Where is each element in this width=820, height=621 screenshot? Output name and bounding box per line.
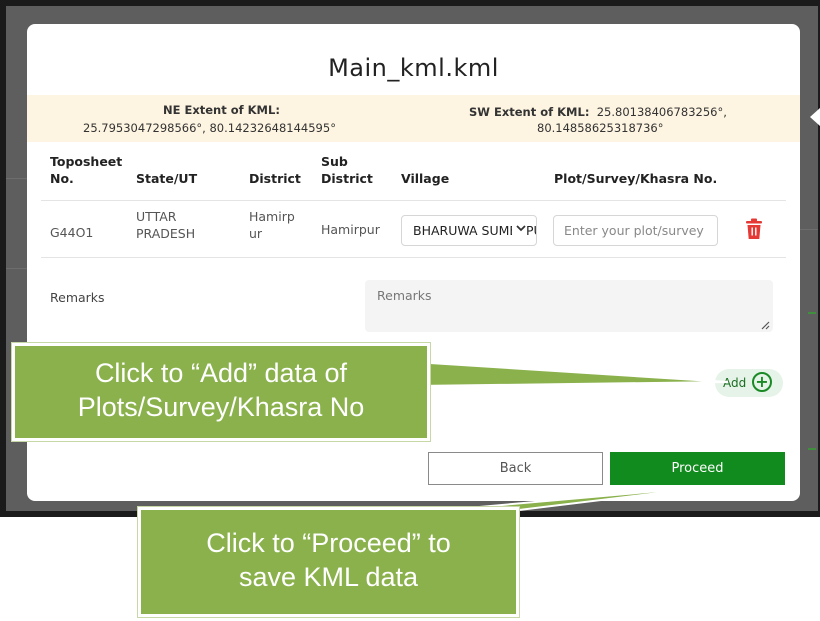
cell-district: Hamirp ur — [249, 208, 295, 242]
header-toposheet-line2: No. — [50, 171, 74, 186]
page-edge-marker — [810, 108, 820, 126]
header-plot: Plot/Survey/Khasra No. — [554, 171, 718, 186]
sw-extent-value-2: 80.14858625318736° — [537, 121, 664, 135]
sw-extent: SW Extent of KML: 25.80138406783256°, — [469, 103, 769, 121]
header-village: Village — [401, 171, 450, 186]
backdrop-line — [6, 268, 27, 269]
backdrop-accent — [808, 448, 816, 450]
proceed-callout-line2: save KML data — [238, 562, 419, 592]
cell-district-line2: ur — [249, 226, 263, 241]
dialog-title: Main_kml.kml — [328, 54, 499, 82]
cell-state: UTTAR PRADESH — [136, 208, 195, 242]
header-toposheet-line1: Toposheet — [50, 154, 123, 169]
backdrop-line — [800, 229, 818, 230]
plot-survey-input[interactable] — [553, 215, 718, 246]
cell-sub-district: Hamirpur — [321, 222, 380, 237]
kml-extent-banner: NE Extent of KML: 25.7953047298566°, 80.… — [27, 95, 800, 142]
add-callout-line2: Plots/Survey/Khasra No — [77, 392, 365, 422]
header-state: State/UT — [136, 171, 198, 186]
cell-state-line2: PRADESH — [136, 226, 196, 241]
cell-district-line1: Hamirp — [249, 209, 295, 224]
proceed-callout-line1: Click to “Proceed” to — [206, 528, 451, 558]
plus-circle-icon: + — [752, 372, 772, 392]
header-toposheet: Toposheet No. — [50, 153, 122, 187]
header-district: District — [249, 171, 301, 186]
add-callout: Click to “Add” data of Plots/Survey/Khas… — [12, 343, 430, 441]
remarks-label: Remarks — [50, 290, 105, 305]
chevron-down-icon — [512, 222, 527, 237]
trash-icon[interactable] — [745, 218, 763, 240]
table-divider — [41, 200, 786, 201]
add-button-label: Add — [723, 376, 747, 390]
village-select[interactable]: BHARUWA SUMERPUR — [401, 215, 537, 246]
ne-extent-label: NE Extent of KML: — [163, 103, 280, 117]
proceed-button[interactable]: Proceed — [610, 452, 785, 485]
cell-toposheet: G44O1 — [50, 225, 94, 240]
add-callout-line1: Click to “Add” data of — [94, 358, 348, 388]
header-sub-district-line1: Sub — [321, 154, 348, 169]
proceed-callout: Click to “Proceed” to save KML data — [138, 507, 519, 617]
remarks-textarea[interactable] — [365, 280, 773, 332]
sw-extent-label: SW Extent of KML: — [469, 105, 590, 119]
header-sub-district-line2: District — [321, 171, 373, 186]
backdrop-line — [6, 178, 27, 179]
table-divider — [41, 257, 786, 258]
resize-handle-icon[interactable] — [760, 320, 770, 333]
sw-extent-value-1: 25.80138406783256°, — [596, 105, 727, 119]
back-button[interactable]: Back — [428, 452, 603, 485]
ne-extent-value: 25.7953047298566°, 80.14232648144595° — [83, 121, 336, 135]
backdrop-accent — [808, 312, 816, 314]
add-row-button[interactable]: Add + — [715, 369, 783, 397]
cell-state-line1: UTTAR — [136, 209, 177, 224]
header-sub-district: Sub District — [321, 153, 373, 187]
